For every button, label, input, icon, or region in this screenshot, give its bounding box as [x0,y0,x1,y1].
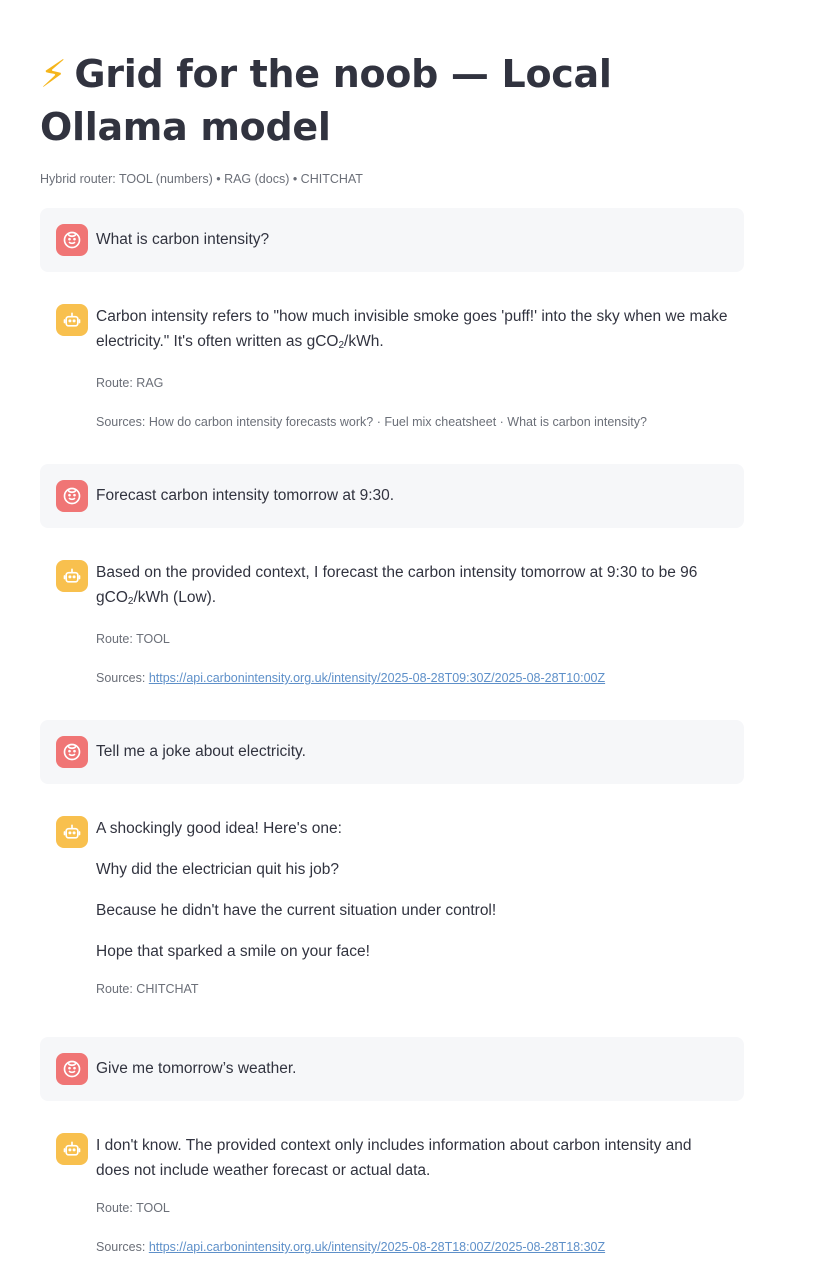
message-content: A shockingly good idea! Here's one: Why … [96,816,728,1019]
robot-icon [56,1133,88,1165]
message-paragraph: Hope that sparked a smile on your face! [96,943,370,960]
user-face-icon [56,736,88,768]
chat-message-user: Forecast carbon intensity tomorrow at 9:… [40,464,744,528]
route-label: Route: TOOL [96,1201,170,1215]
chat-message-user: Give me tomorrow’s weather. [40,1037,744,1101]
message-text: Tell me a joke about electricity. [96,743,306,760]
message-paragraph: Why did the electrician quit his job? [96,861,339,878]
sources-label: Sources: https://api.carbonintensity.org… [96,671,606,685]
message-text: Carbon intensity refers to "how much inv… [96,308,728,351]
page-title: ⚡ Grid for the noob — Local Ollama model [40,48,760,154]
message-text: Give me tomorrow’s weather. [96,1060,297,1077]
user-face-icon [56,224,88,256]
robot-icon [56,816,88,848]
chat-message-assistant: I don't know. The provided context only … [40,1117,744,1272]
sources-label: Sources: https://api.carbonintensity.org… [96,1240,606,1254]
message-paragraph: Because he didn't have the current situa… [96,902,497,919]
message-content: Carbon intensity refers to "how much inv… [96,304,728,452]
message-content: I don't know. The provided context only … [96,1133,728,1277]
sources-text: How do carbon intensity forecasts work? … [148,415,647,429]
user-face-icon [56,480,88,512]
chat-message-user: Tell me a joke about electricity. [40,720,744,784]
chat-message-assistant: Based on the provided context, I forecas… [40,544,744,704]
lightning-bolt-icon: ⚡ [40,52,67,96]
app-page: ⚡ Grid for the noob — Local Ollama model … [0,0,834,1274]
robot-icon [56,560,88,592]
chat-message-user: What is carbon intensity? [40,208,744,272]
robot-icon [56,304,88,336]
message-text: I don't know. The provided context only … [96,1137,692,1179]
user-face-icon [56,1053,88,1085]
route-label: Route: TOOL [96,632,170,646]
page-subtitle: Hybrid router: TOOL (numbers) • RAG (doc… [40,172,363,186]
message-content: Based on the provided context, I forecas… [96,560,728,708]
message-text: Based on the provided context, I forecas… [96,564,698,607]
message-text: Forecast carbon intensity tomorrow at 9:… [96,487,395,504]
route-label: Route: CHITCHAT [96,982,199,996]
source-link[interactable]: https://api.carbonintensity.org.uk/inten… [149,1240,605,1254]
message-text: What is carbon intensity? [96,231,270,248]
route-label: Route: RAG [96,376,164,390]
chat-message-assistant: A shockingly good idea! Here's one: Why … [40,800,744,1020]
source-link[interactable]: https://api.carbonintensity.org.uk/inten… [149,671,605,685]
chat-message-assistant: Carbon intensity refers to "how much inv… [40,288,744,448]
message-paragraph: A shockingly good idea! Here's one: [96,820,342,837]
sources-label: Sources: How do carbon intensity forecas… [96,415,647,429]
page-title-text: Grid for the noob — Local Ollama model [40,52,612,149]
